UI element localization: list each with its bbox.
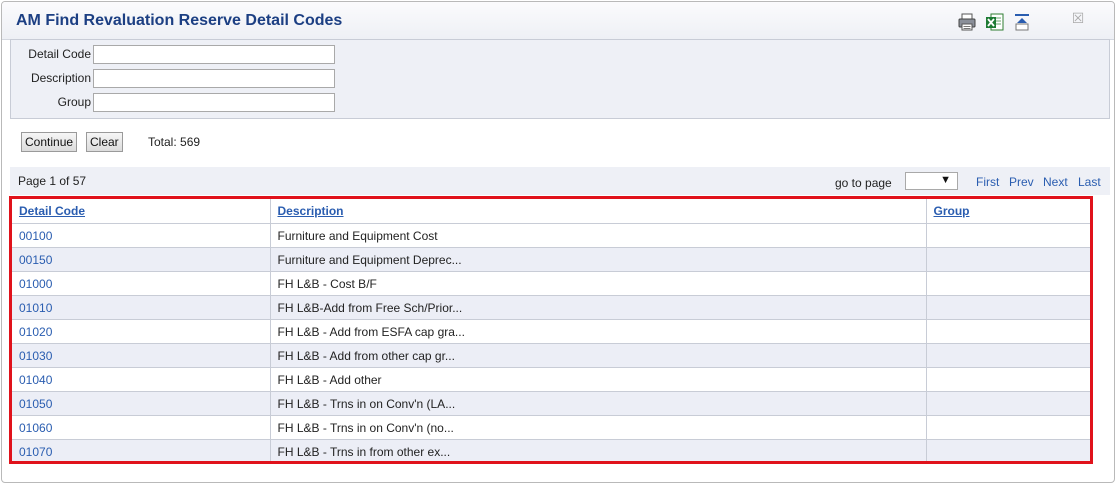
search-criteria-panel: Detail Code Description Group bbox=[10, 39, 1110, 119]
table-body: 00100 Furniture and Equipment Cost 00150… bbox=[12, 223, 1090, 461]
table-row[interactable]: 01030 FH L&B - Add from other cap gr... bbox=[12, 343, 1090, 368]
excel-export-icon[interactable] bbox=[985, 12, 1005, 32]
group-field[interactable] bbox=[93, 93, 335, 112]
table-row[interactable]: 01010 FH L&B-Add from Free Sch/Prior... bbox=[12, 295, 1090, 320]
title-bar: AM Find Revaluation Reserve Detail Codes… bbox=[2, 2, 1114, 40]
detail-code-sort-link[interactable]: Detail Code bbox=[19, 204, 85, 218]
column-header-detail-code[interactable]: Detail Code bbox=[12, 199, 271, 224]
page-info: Page 1 of 57 bbox=[18, 174, 87, 188]
table-header-row: Detail Code Description Group bbox=[12, 199, 1090, 224]
continue-button[interactable]: Continue bbox=[21, 132, 78, 152]
print-icon[interactable] bbox=[957, 12, 977, 32]
group-cell bbox=[926, 415, 1090, 440]
next-page-link[interactable]: Next bbox=[1043, 175, 1068, 189]
description-cell: FH L&B-Add from Free Sch/Prior... bbox=[270, 295, 927, 320]
detail-code-cell[interactable]: 01060 bbox=[12, 415, 271, 440]
group-cell bbox=[926, 439, 1090, 461]
detail-code-cell[interactable]: 01040 bbox=[12, 367, 271, 392]
pager-bar: Page 1 of 57 go to page ▼ First Prev Nex… bbox=[10, 167, 1110, 195]
last-page-link[interactable]: Last bbox=[1078, 175, 1101, 189]
detail-code-cell[interactable]: 01030 bbox=[12, 343, 271, 368]
first-page-link[interactable]: First bbox=[976, 175, 999, 189]
group-cell bbox=[926, 295, 1090, 320]
description-cell: FH L&B - Add other bbox=[270, 367, 927, 392]
detail-code-cell[interactable]: 01000 bbox=[12, 271, 271, 296]
chevron-down-icon: ▼ bbox=[940, 174, 951, 186]
description-cell: FH L&B - Trns in on Conv'n (LA... bbox=[270, 391, 927, 416]
group-sort-link[interactable]: Group bbox=[934, 204, 970, 218]
group-cell bbox=[926, 391, 1090, 416]
group-cell bbox=[926, 343, 1090, 368]
description-cell: Furniture and Equipment Deprec... bbox=[270, 247, 927, 272]
table-row[interactable]: 01050 FH L&B - Trns in on Conv'n (LA... bbox=[12, 391, 1090, 416]
description-field[interactable] bbox=[93, 69, 335, 88]
group-cell bbox=[926, 271, 1090, 296]
table-row[interactable]: 01020 FH L&B - Add from ESFA cap gra... bbox=[12, 319, 1090, 344]
description-sort-link[interactable]: Description bbox=[278, 204, 344, 218]
table-row[interactable]: 00100 Furniture and Equipment Cost bbox=[12, 223, 1090, 248]
detail-code-cell[interactable]: 01070 bbox=[12, 439, 271, 461]
table-row[interactable]: 01040 FH L&B - Add other bbox=[12, 367, 1090, 392]
detail-code-cell[interactable]: 01050 bbox=[12, 391, 271, 416]
dialog-window: AM Find Revaluation Reserve Detail Codes… bbox=[1, 1, 1115, 483]
description-cell: Furniture and Equipment Cost bbox=[270, 223, 927, 248]
detail-code-cell[interactable]: 01010 bbox=[12, 295, 271, 320]
results-table: Detail Code Description Group 00100 Furn… bbox=[12, 199, 1090, 461]
detail-code-label: Detail Code bbox=[28, 47, 91, 61]
column-header-group[interactable]: Group bbox=[926, 199, 1090, 224]
detail-code-cell[interactable]: 00150 bbox=[12, 247, 271, 272]
description-cell: FH L&B - Add from ESFA cap gra... bbox=[270, 319, 927, 344]
table-row[interactable]: 00150 Furniture and Equipment Deprec... bbox=[12, 247, 1090, 272]
description-label: Description bbox=[30, 71, 91, 85]
results-grid-highlight: Detail Code Description Group 00100 Furn… bbox=[9, 196, 1093, 464]
group-cell bbox=[926, 367, 1090, 392]
table-row[interactable]: 01070 FH L&B - Trns in from other ex... bbox=[12, 439, 1090, 461]
description-cell: FH L&B - Trns in from other ex... bbox=[270, 439, 927, 461]
detail-code-cell[interactable]: 01020 bbox=[12, 319, 271, 344]
description-cell: FH L&B - Cost B/F bbox=[270, 271, 927, 296]
collapse-icon[interactable] bbox=[1012, 12, 1032, 32]
column-header-description[interactable]: Description bbox=[270, 199, 927, 224]
close-icon[interactable]: ☒ bbox=[1070, 10, 1086, 26]
group-cell bbox=[926, 319, 1090, 344]
group-label: Group bbox=[57, 95, 91, 109]
goto-page-label: go to page bbox=[835, 176, 892, 190]
description-cell: FH L&B - Add from other cap gr... bbox=[270, 343, 927, 368]
goto-page-select[interactable]: ▼ bbox=[905, 172, 958, 190]
dialog-title: AM Find Revaluation Reserve Detail Codes bbox=[16, 12, 343, 29]
description-cell: FH L&B - Trns in on Conv'n (no... bbox=[270, 415, 927, 440]
table-row[interactable]: 01000 FH L&B - Cost B/F bbox=[12, 271, 1090, 296]
group-cell bbox=[926, 247, 1090, 272]
prev-page-link[interactable]: Prev bbox=[1009, 175, 1034, 189]
table-row[interactable]: 01060 FH L&B - Trns in on Conv'n (no... bbox=[12, 415, 1090, 440]
group-cell bbox=[926, 223, 1090, 248]
total-count: Total: 569 bbox=[148, 135, 201, 149]
clear-button[interactable]: Clear bbox=[86, 132, 123, 152]
detail-code-cell[interactable]: 00100 bbox=[12, 223, 271, 248]
detail-code-field[interactable] bbox=[93, 45, 335, 64]
